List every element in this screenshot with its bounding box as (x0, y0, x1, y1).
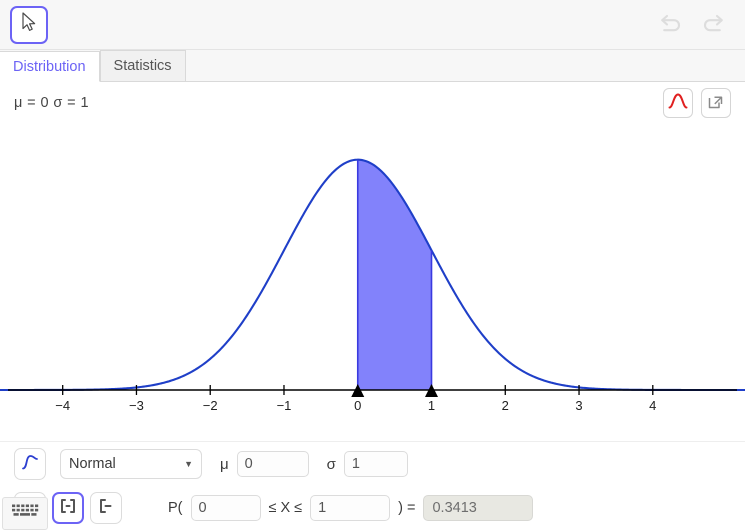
probability-result-value: 0.3413 (432, 500, 477, 516)
graph-actions-group (663, 88, 731, 118)
undo-icon (659, 12, 685, 37)
keyboard-icon (10, 501, 40, 526)
move-tool-button[interactable] (10, 5, 48, 44)
calculator-controls: Normal ▼ μ σ (0, 441, 745, 530)
tab-statistics[interactable]: Statistics (99, 50, 186, 81)
x-axis-tick-label: 1 (428, 398, 435, 413)
prob-upper-input[interactable] (310, 495, 391, 521)
prob-middle-label: ≤ X ≤ (268, 500, 303, 516)
shaded-area (357, 159, 432, 390)
toolbar-right-group (657, 10, 735, 40)
s-curve-icon (20, 452, 40, 477)
x-axis-tick-label: −3 (129, 398, 144, 413)
x-axis-tick-label: −2 (203, 398, 218, 413)
probability-result: 0.3413 (423, 495, 534, 521)
prob-close-label: ) = (398, 500, 416, 516)
sigma-input[interactable] (343, 451, 408, 477)
undo-button[interactable] (657, 10, 687, 40)
cursor-arrow-icon (20, 12, 38, 37)
tab-distribution[interactable]: Distribution (0, 51, 100, 82)
interval-icon (58, 496, 78, 521)
x-axis-tick-label: 4 (649, 398, 656, 413)
cumulative-toggle-button[interactable] (14, 448, 46, 480)
distribution-row: Normal ▼ μ σ (0, 442, 745, 486)
mu-input[interactable] (236, 451, 309, 477)
redo-button[interactable] (697, 10, 727, 40)
parameter-summary-row: μ = 0 σ = 1 (0, 82, 745, 124)
prob-open-label: P( (168, 500, 183, 516)
virtual-keyboard-button[interactable] (2, 497, 48, 530)
top-toolbar (0, 0, 745, 50)
x-axis-tick-label: 3 (575, 398, 582, 413)
x-axis-tick-labels: −4 −3 −2 −1 0 1 2 3 4 (55, 398, 656, 413)
distribution-select-value: Normal (69, 456, 116, 472)
export-icon (707, 92, 725, 115)
right-tail-button[interactable] (90, 492, 122, 524)
distribution-graph[interactable]: −4 −3 −2 −1 0 1 2 3 4 (0, 124, 745, 441)
interval-button[interactable] (52, 492, 84, 524)
redo-icon (699, 12, 725, 37)
distribution-plot-svg: −4 −3 −2 −1 0 1 2 3 4 (0, 158, 745, 413)
export-button[interactable] (701, 88, 731, 118)
parameter-summary-text: μ = 0 σ = 1 (14, 95, 89, 111)
right-tail-icon (96, 496, 116, 521)
x-axis-tick-label: 2 (502, 398, 509, 413)
x-axis-tick-label: −4 (55, 398, 70, 413)
x-axis-tick-label: −1 (277, 398, 292, 413)
chevron-down-icon: ▼ (184, 458, 193, 469)
sigma-label: σ (326, 455, 336, 473)
x-axis-tick-label: 0 (354, 398, 361, 413)
probability-calculator-app: Distribution Statistics μ = 0 σ = 1 −4 −… (0, 0, 745, 530)
probability-expression: P( ≤ X ≤ ) = 0.3413 (168, 495, 534, 521)
density-curve-button[interactable] (663, 88, 693, 118)
normal-curve-icon (668, 92, 688, 115)
prob-lower-input[interactable] (190, 495, 261, 521)
distribution-select[interactable]: Normal ▼ (60, 449, 202, 479)
mu-label: μ (220, 455, 229, 473)
tab-bar: Distribution Statistics (0, 50, 745, 82)
probability-row: P( ≤ X ≤ ) = 0.3413 (0, 486, 745, 530)
